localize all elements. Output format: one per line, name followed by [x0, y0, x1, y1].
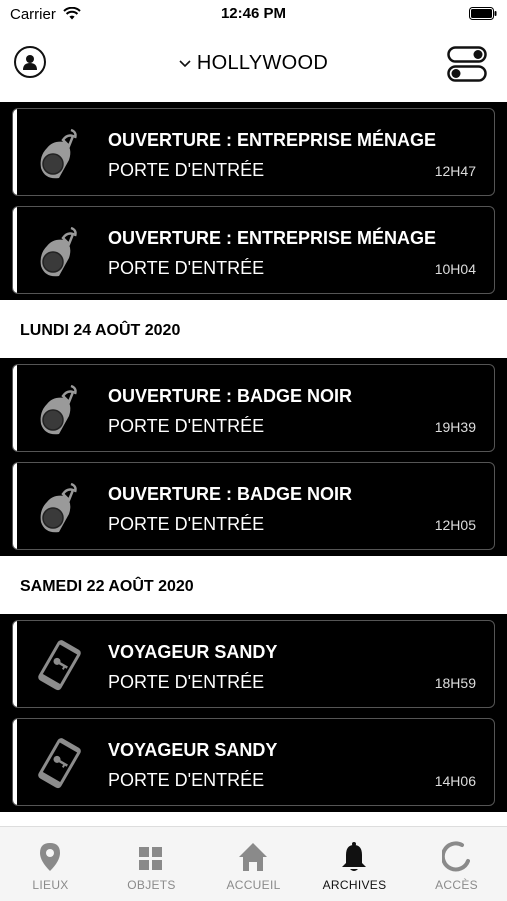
location-selector[interactable]: HOLLYWOOD: [0, 52, 507, 75]
event-title: VOYAGEUR SANDY: [108, 642, 278, 662]
location-name: HOLLYWOOD: [196, 52, 329, 74]
date-label: SAMEDI 22 AOÛT 2020: [20, 578, 194, 595]
accent-bar: [13, 207, 17, 293]
event-card[interactable]: VOYAGEUR SANDY PORTE D'ENTRÉE 14H06: [12, 718, 495, 806]
archive-feed[interactable]: OUVERTURE : ENTREPRISE MÉNAGE PORTE D'EN…: [0, 102, 507, 826]
remote-fob-icon: [33, 126, 85, 182]
event-group: OUVERTURE : ENTREPRISE MÉNAGE PORTE D'EN…: [0, 102, 507, 300]
event-card[interactable]: OUVERTURE : ENTREPRISE MÉNAGE PORTE D'EN…: [12, 108, 495, 196]
toggle-switches-icon[interactable]: [447, 46, 487, 82]
event-title: OUVERTURE : BADGE NOIR: [108, 386, 353, 406]
event-time: 19H39: [434, 419, 476, 435]
event-time: 14H06: [434, 773, 476, 789]
accent-bar: [13, 365, 17, 451]
phone-key-icon: [33, 736, 85, 792]
tab-lieux[interactable]: LIEUX: [0, 827, 101, 901]
event-card[interactable]: VOYAGEUR SANDY PORTE D'ENTRÉE 18H59: [12, 620, 495, 708]
tab-label: ARCHIVES: [322, 878, 387, 892]
tab-accueil[interactable]: ACCUEIL: [203, 827, 304, 901]
date-label: LUNDI 24 AOÛT 2020: [20, 322, 181, 339]
event-door: PORTE D'ENTRÉE: [108, 770, 265, 790]
event-door: PORTE D'ENTRÉE: [108, 160, 265, 180]
accent-bar: [13, 463, 17, 549]
date-section-header: LUNDI 24 AOÛT 2020: [0, 300, 507, 358]
event-door: PORTE D'ENTRÉE: [108, 514, 265, 534]
accent-bar: [13, 621, 17, 707]
event-door: PORTE D'ENTRÉE: [108, 258, 265, 278]
event-time: 12H47: [434, 163, 476, 179]
tab-acces[interactable]: ACCÈS: [406, 827, 507, 901]
event-group: OUVERTURE : BADGE NOIR PORTE D'ENTRÉE 19…: [0, 358, 507, 556]
tab-label: OBJETS: [127, 878, 176, 892]
tab-archives[interactable]: ARCHIVES: [304, 827, 405, 901]
top-navigation-bar: HOLLYWOOD: [0, 28, 507, 102]
event-title: VOYAGEUR SANDY: [108, 740, 278, 760]
event-title: OUVERTURE : BADGE NOIR: [108, 484, 353, 504]
event-door: PORTE D'ENTRÉE: [108, 416, 265, 436]
remote-fob-icon: [33, 224, 85, 280]
phone-key-icon: [33, 638, 85, 694]
event-time: 18H59: [434, 675, 476, 691]
event-title: OUVERTURE : ENTREPRISE MÉNAGE: [108, 228, 437, 248]
remote-fob-icon: [33, 480, 85, 536]
battery-icon: [469, 7, 497, 20]
tab-label: ACCUEIL: [226, 878, 281, 892]
event-door: PORTE D'ENTRÉE: [108, 672, 265, 692]
accent-bar: [13, 109, 17, 195]
status-bar: Carrier 12:46 PM: [0, 0, 507, 28]
tab-label: ACCÈS: [435, 878, 478, 892]
remote-fob-icon: [33, 382, 85, 438]
event-time: 12H05: [434, 517, 476, 533]
event-card[interactable]: OUVERTURE : BADGE NOIR PORTE D'ENTRÉE 12…: [12, 462, 495, 550]
event-group: VOYAGEUR SANDY PORTE D'ENTRÉE 18H59 VOYA…: [0, 614, 507, 812]
tab-bar: LIEUX OBJETS ACCUEIL ARCHIVES ACCÈS: [0, 826, 507, 901]
event-time: 10H04: [434, 261, 476, 277]
tab-label: LIEUX: [32, 878, 69, 892]
event-card[interactable]: OUVERTURE : BADGE NOIR PORTE D'ENTRÉE 19…: [12, 364, 495, 452]
event-title: OUVERTURE : ENTREPRISE MÉNAGE: [108, 130, 437, 150]
status-time: 12:46 PM: [220, 5, 287, 22]
chevron-down-icon: [179, 60, 191, 67]
accent-bar: [13, 719, 17, 805]
date-section-header: SAMEDI 22 AOÛT 2020: [0, 556, 507, 614]
tab-objets[interactable]: OBJETS: [101, 827, 202, 901]
event-card[interactable]: OUVERTURE : ENTREPRISE MÉNAGE PORTE D'EN…: [12, 206, 495, 294]
